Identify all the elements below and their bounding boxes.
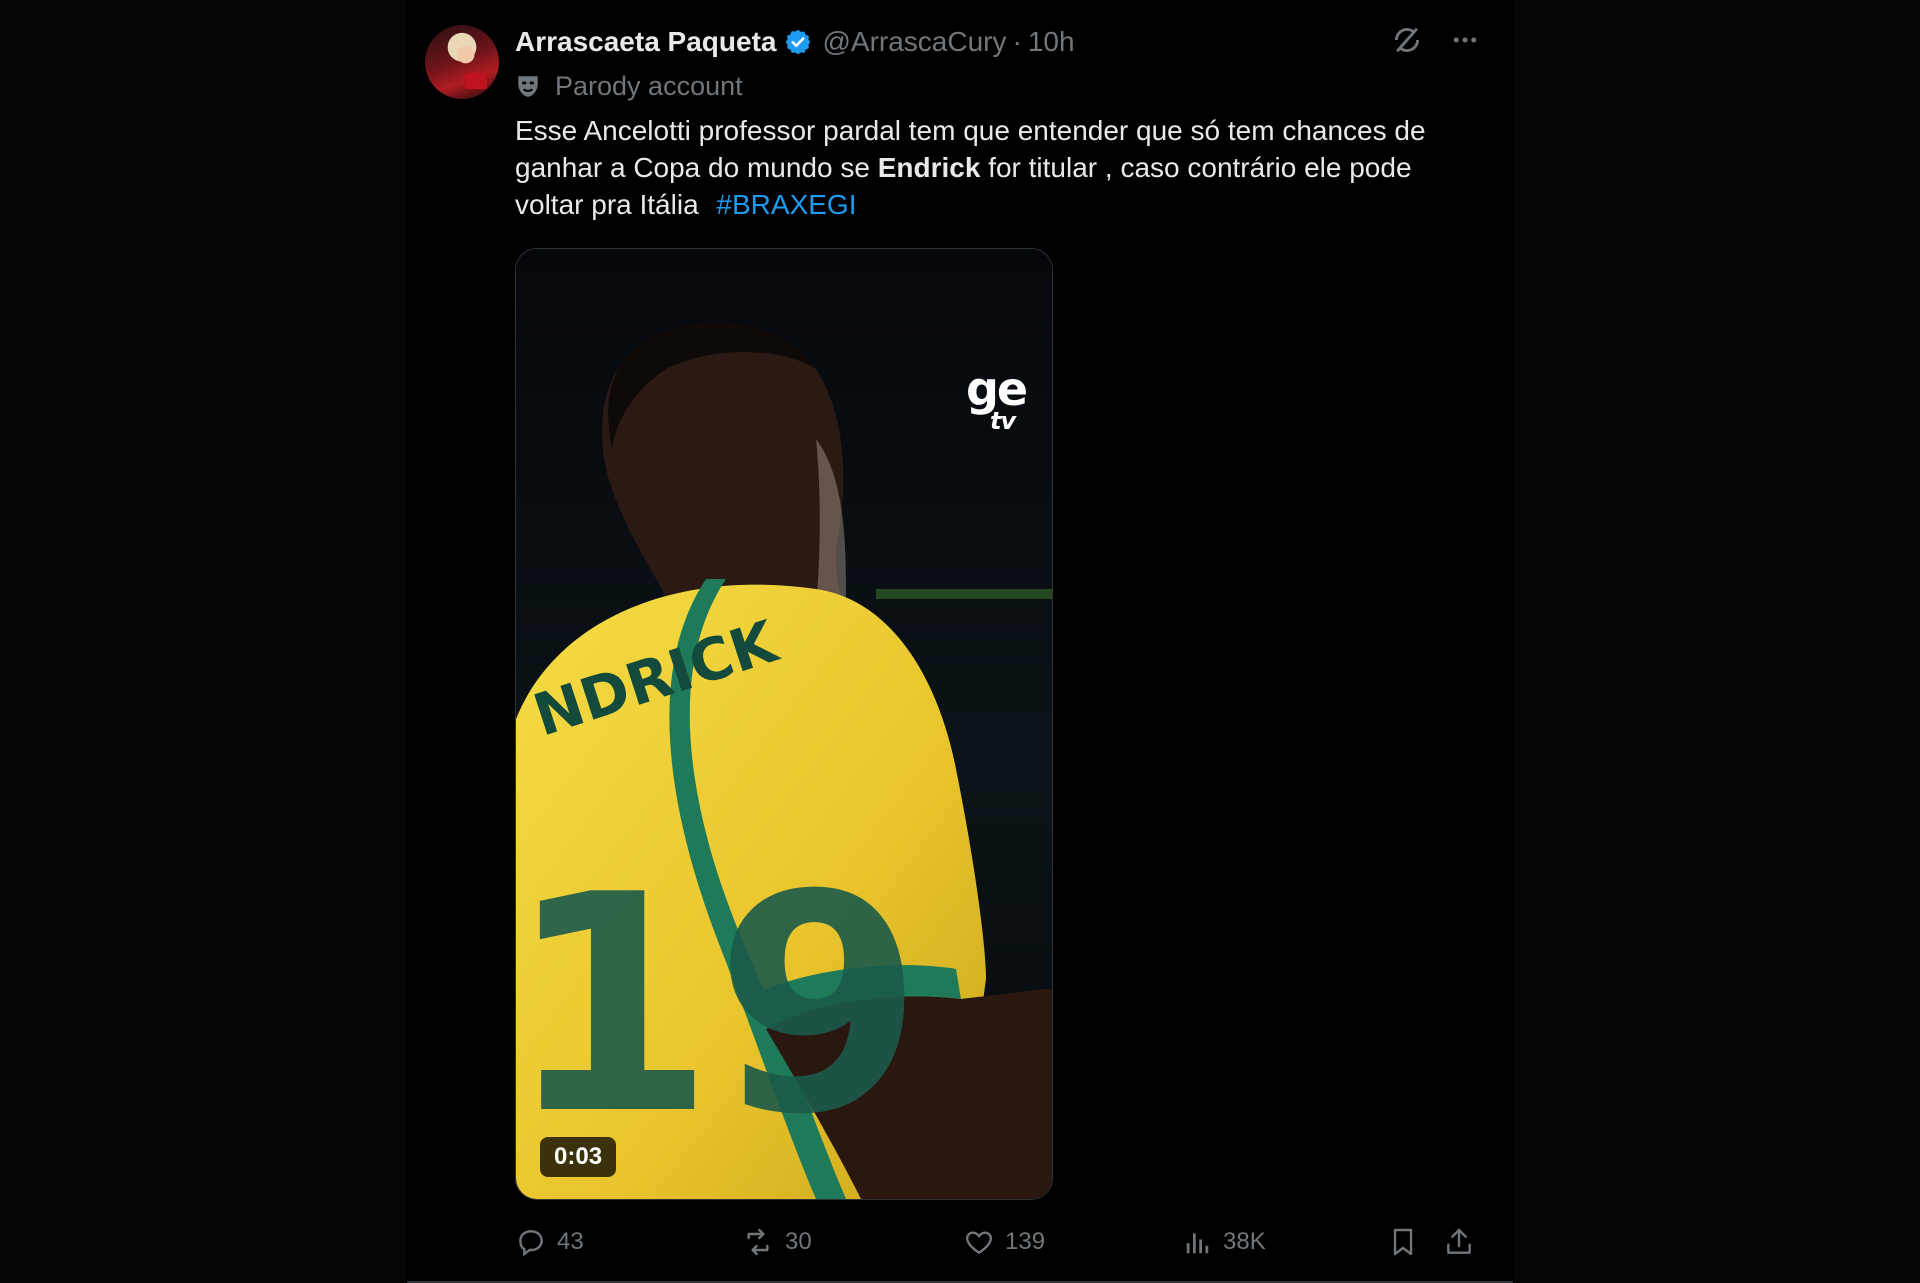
ge-logo-sub: tv (990, 407, 1016, 435)
author-avatar[interactable] (425, 25, 499, 99)
parody-label: Parody account (515, 67, 743, 105)
tweet-header: Arrascaeta Paqueta @ArrascaCury · 10h (515, 22, 1075, 62)
views-icon (1186, 1233, 1209, 1254)
hashtag-link[interactable]: #BRAXEGI (716, 189, 856, 220)
view-count: 38K (1223, 1228, 1266, 1255)
views-button[interactable]: 38K (1183, 1220, 1266, 1264)
parody-label-text: Parody account (555, 70, 743, 101)
repost-button[interactable]: 30 (741, 1220, 812, 1264)
author-display-name[interactable]: Arrascaeta Paqueta (515, 26, 776, 58)
grok-icon[interactable] (1389, 22, 1425, 58)
verified-badge-icon (784, 28, 812, 56)
reply-icon (519, 1230, 543, 1257)
video-duration: 0:03 (540, 1137, 617, 1177)
tweet-top-actions (1389, 22, 1483, 58)
tweet-body: Esse Ancelotti professor pardal tem que … (515, 112, 1475, 223)
author-handle[interactable]: @ArrascaCury (822, 26, 1006, 58)
bookmark-icon (1393, 1228, 1413, 1256)
share-button[interactable] (1443, 1220, 1485, 1264)
header-separator: · (1012, 26, 1022, 57)
ge-tv-logo: ge tv (966, 366, 1028, 435)
avatar-flag-detail (465, 73, 487, 89)
tweet-action-bar: 43 30 139 38K (515, 1220, 1483, 1264)
reply-count: 43 (557, 1228, 584, 1255)
reply-button[interactable]: 43 (515, 1220, 584, 1264)
like-count: 139 (1005, 1228, 1046, 1255)
repost-count: 30 (785, 1228, 812, 1255)
tweet-text-bold: Endrick (877, 152, 981, 183)
like-icon (965, 1231, 993, 1255)
repost-icon (747, 1228, 769, 1256)
bookmark-button[interactable] (1387, 1220, 1429, 1264)
like-button[interactable]: 139 (963, 1220, 1045, 1264)
parody-mask-icon (515, 73, 541, 99)
jersey-number-text: 19 (516, 831, 923, 1180)
tweet-timestamp[interactable]: 10h (1028, 26, 1075, 58)
tweet-card[interactable]: Arrascaeta Paqueta @ArrascaCury · 10h Pa… (407, 0, 1513, 1283)
more-icon[interactable] (1447, 22, 1483, 58)
share-icon (1447, 1228, 1471, 1254)
video-player[interactable]: NDRICK 19 ge tv 0:03 (515, 248, 1053, 1200)
